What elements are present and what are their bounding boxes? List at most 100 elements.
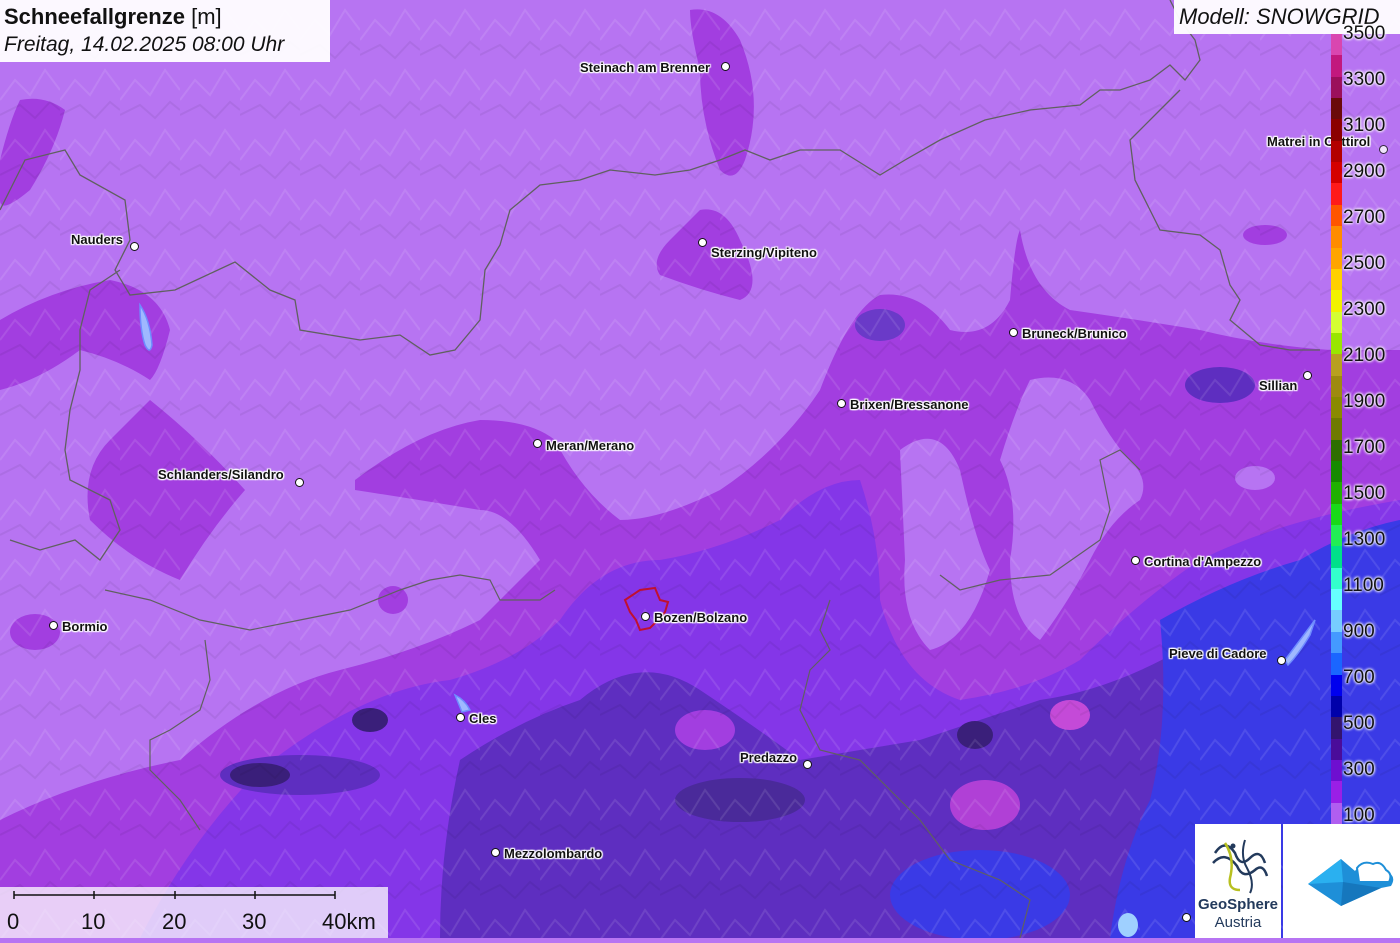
map-title-box: Schneefallgrenze [m] Freitag, 14.02.2025… [0, 0, 330, 62]
legend-label: 1300 [1343, 529, 1386, 550]
legend-label: 500 [1343, 713, 1375, 734]
legend-label: 1900 [1343, 391, 1386, 412]
city-marker [641, 612, 650, 621]
legend-swatch [1331, 290, 1342, 313]
legend-swatch [1331, 567, 1342, 590]
city-marker [1277, 656, 1286, 665]
legend-swatch [1331, 781, 1342, 804]
city-label-brixen: Brixen/Bressanone [850, 397, 969, 412]
legend-swatch [1331, 610, 1342, 633]
legend-swatch [1331, 34, 1342, 56]
city-marker [1303, 371, 1312, 380]
legend-swatch [1331, 546, 1342, 569]
scale-label-40km: 40km [322, 909, 376, 934]
legend-swatch [1331, 311, 1342, 334]
city-marker [130, 242, 139, 251]
city-label-meran: Meran/Merano [546, 438, 635, 453]
legend-label: 2500 [1343, 253, 1386, 274]
weather-app-logo [1283, 824, 1400, 938]
legend-swatch [1331, 204, 1342, 227]
legend-swatch [1331, 631, 1342, 654]
legend-swatch [1331, 759, 1342, 782]
city-marker [803, 760, 812, 769]
city-marker [1379, 145, 1388, 154]
city-marker [1009, 328, 1018, 337]
legend-swatch [1331, 525, 1342, 547]
city-label-cortina: Cortina d'Ampezzo [1144, 554, 1262, 569]
city-marker [533, 439, 542, 448]
legend-swatch [1331, 55, 1342, 78]
legend-swatch [1331, 268, 1342, 291]
city-label-pieve: Pieve di Cadore [1169, 646, 1267, 661]
scale-label-10: 10 [81, 909, 106, 934]
legend-swatch [1331, 439, 1342, 462]
legend-swatch [1331, 76, 1342, 99]
legend-label: 900 [1343, 621, 1375, 642]
geosphere-austria-logo: GeoSphere Austria [1195, 824, 1281, 938]
legend-swatch [1331, 226, 1342, 248]
city-label-bozen: Bozen/Bolzano [654, 610, 748, 625]
legend-label: 3300 [1343, 69, 1386, 90]
legend-colorbar [1331, 34, 1342, 825]
geosphere-emblem-icon [1212, 839, 1269, 894]
city-label-bruneck: Bruneck/Brunico [1022, 326, 1127, 341]
legend-swatch [1331, 140, 1342, 163]
legend-label: 2300 [1343, 299, 1386, 320]
city-marker [491, 848, 500, 857]
lake-south [1118, 913, 1138, 937]
legend-label: 1100 [1343, 575, 1384, 596]
city-label-bormio: Bormio [62, 619, 108, 634]
city-label-nauders: Nauders [71, 232, 124, 247]
city-marker [837, 399, 846, 408]
legend-swatch [1331, 332, 1342, 355]
legend-swatch [1331, 503, 1342, 526]
city-marker [1182, 913, 1191, 922]
city-label-matrei: Matrei in Osttirol [1267, 134, 1371, 149]
city-label-sterzing: Sterzing/Vipiteno [711, 245, 817, 260]
legend-label: 3100 [1343, 115, 1386, 136]
city-label-steinach: Steinach am Brenner [580, 60, 711, 75]
scale-bar: 0 10 20 30 40km [0, 887, 388, 938]
city-marker [1131, 556, 1140, 565]
city-marker [721, 62, 730, 71]
city-label-sillian: Sillian [1259, 378, 1298, 393]
legend-swatch [1331, 653, 1342, 676]
legend-swatch [1331, 717, 1342, 740]
city-label-mezzolombardo: Mezzolombardo [504, 846, 603, 861]
legend-swatch [1331, 162, 1342, 184]
legend-swatch [1331, 119, 1342, 142]
legend-label: 300 [1343, 759, 1375, 780]
scale-label-0: 0 [7, 909, 20, 934]
city-label-cles: Cles [469, 711, 497, 726]
legend-label: 2900 [1343, 161, 1386, 182]
legend-label: 1700 [1343, 437, 1386, 458]
legend-label: 1500 [1343, 483, 1386, 504]
legend-swatch [1331, 183, 1342, 206]
city-marker [49, 621, 58, 630]
legend-label: 3500 [1343, 23, 1386, 44]
city-label-schlanders: Schlanders/Silandro [158, 467, 284, 482]
map-datetime: Freitag, 14.02.2025 08:00 Uhr [4, 33, 285, 56]
legend-label: 100 [1343, 805, 1375, 826]
legend-swatch [1331, 802, 1342, 825]
geosphere-logo-line2: Austria [1214, 914, 1262, 931]
city-marker [456, 713, 465, 722]
legend-swatch [1331, 589, 1342, 611]
legend-label: 2100 [1343, 345, 1386, 366]
arrow-cloud-icon [1308, 859, 1394, 906]
city-marker [295, 478, 304, 487]
city-label-predazzo: Predazzo [740, 750, 798, 765]
geosphere-logo-line1: GeoSphere [1197, 896, 1279, 913]
legend-swatch [1331, 396, 1342, 419]
legend-swatch [1331, 482, 1342, 505]
scale-label-30: 30 [242, 909, 267, 934]
legend-swatch [1331, 354, 1342, 377]
legend-swatch [1331, 418, 1342, 441]
legend-swatch [1331, 98, 1342, 120]
city-marker [698, 238, 707, 247]
legend-label: 700 [1343, 667, 1375, 688]
scale-label-20: 20 [162, 909, 187, 934]
legend-swatch [1331, 375, 1342, 398]
legend-swatch [1331, 738, 1342, 761]
legend-label: 2700 [1343, 207, 1386, 228]
